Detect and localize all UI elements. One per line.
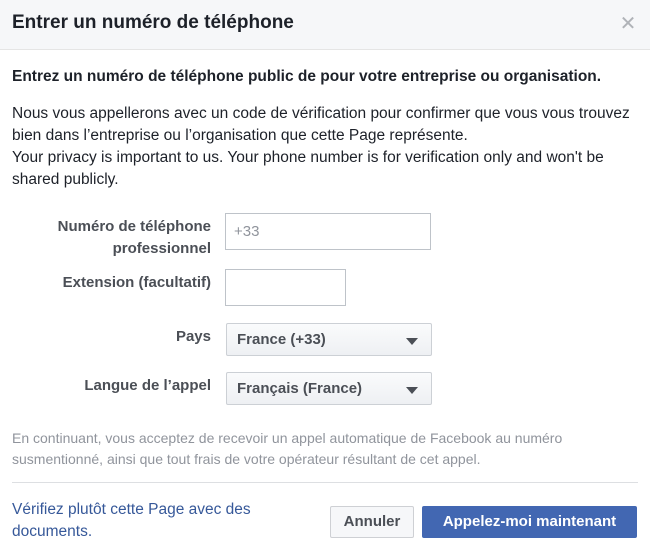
language-label: Langue de l’appel — [84, 377, 211, 394]
verify-with-documents-link[interactable]: Vérifiez plutôt cette Page avec des docu… — [12, 499, 302, 543]
language-select-value: Français (France) — [237, 380, 363, 397]
call-me-now-button[interactable]: Appelez-moi maintenant — [422, 506, 637, 538]
privacy-notice: Your privacy is important to us. Your ph… — [12, 149, 604, 188]
lead-text: Entrez un numéro de téléphone public de … — [12, 68, 602, 85]
country-select-value: France (+33) — [237, 331, 326, 348]
chevron-down-icon — [406, 338, 418, 345]
country-label: Pays — [175, 328, 211, 345]
description: Nous vous appellerons avec un code de vé… — [12, 103, 642, 191]
dialog-header: Entrer un numéro de téléphone ✕ — [0, 0, 650, 50]
chevron-down-icon — [406, 387, 418, 394]
extension-input[interactable] — [225, 269, 346, 306]
footer-divider — [12, 482, 638, 483]
cancel-button[interactable]: Annuler — [330, 506, 414, 538]
extension-label: Extension (facultatif) — [62, 274, 211, 291]
phone-input[interactable] — [225, 213, 431, 250]
country-select[interactable]: France (+33) — [226, 323, 432, 356]
dialog-title: Entrer un numéro de téléphone — [12, 12, 294, 33]
close-icon[interactable]: ✕ — [618, 13, 638, 35]
consent-text: En continuant, vous acceptez de recevoir… — [12, 430, 563, 467]
phone-label: Numéro de téléphone professionnel — [57, 218, 211, 257]
language-select[interactable]: Français (France) — [226, 372, 432, 405]
verification-description: Nous vous appellerons avec un code de vé… — [12, 105, 630, 144]
